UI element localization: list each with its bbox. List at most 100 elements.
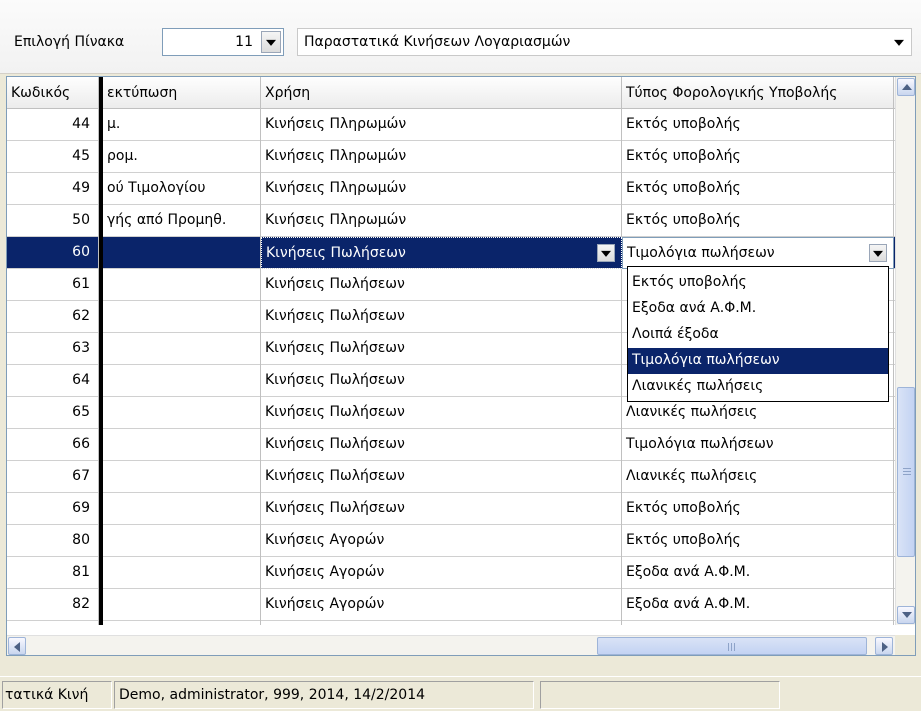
dropdown-option[interactable]: Τιμολόγια πωλήσεων <box>628 348 888 374</box>
cell-print[interactable]: γής από Προμηθ. <box>103 205 261 237</box>
table-number-combo[interactable]: 11 <box>162 28 284 56</box>
cell-code[interactable]: 49 <box>7 173 99 205</box>
cell-code[interactable]: 65 <box>7 397 99 429</box>
cell-tax-type[interactable]: Τιμολόγια πωλήσεων <box>622 237 894 269</box>
cell-print[interactable] <box>103 269 261 301</box>
table-row[interactable]: 82 Κινήσεις Αγορών Εξοδα ανά Α.Φ.Μ. <box>7 589 895 621</box>
column-header-tax-type[interactable]: Τύπος Φορολογικής Υποβολής <box>622 77 894 109</box>
cell-code[interactable]: 44 <box>7 109 99 141</box>
table-row[interactable]: 49 ού Τιμολογίου Κινήσεις Πληρωμών Εκτός υπ… <box>7 173 895 205</box>
table-row[interactable]: 81 Κινήσεις Αγορών Εξοδα ανά Α.Φ.Μ. <box>7 557 895 589</box>
cell-tax-type[interactable]: Λιανικές πωλήσεις <box>622 461 894 493</box>
column-header-print[interactable]: εκτύπωση <box>103 77 261 109</box>
horizontal-scroll-thumb[interactable] <box>597 637 867 655</box>
cell-use[interactable]: Κινήσεις Πωλήσεων <box>261 333 622 365</box>
table-row[interactable]: 50 γής από Προμηθ. Κινήσεις Πληρωμών Εκτός … <box>7 205 895 237</box>
cell-use[interactable]: Κινήσεις Αγορών <box>261 557 622 589</box>
cell-tax-type[interactable]: Εξοδα ανά Α.Φ.Μ. <box>622 557 894 589</box>
use-cell-dropdown-button[interactable] <box>597 244 615 262</box>
cell-code[interactable]: 67 <box>7 461 99 493</box>
cell-tax-type[interactable]: Εκτός υποβολής <box>622 173 894 205</box>
cell-tax-type[interactable]: Εκτός υποβολής <box>622 525 894 557</box>
cell-use[interactable]: Κινήσεις Αγορών <box>261 589 622 621</box>
vertical-scrollbar[interactable] <box>895 77 915 625</box>
cell-code[interactable]: 82 <box>7 589 99 621</box>
cell-tax-type[interactable]: Εξοδα ανά Α.Φ.Μ. <box>622 589 894 621</box>
tax-cell-dropdown-button[interactable] <box>869 244 887 262</box>
cell-use[interactable]: Κινήσεις Πληρωμών <box>261 173 622 205</box>
cell-code[interactable]: 63 <box>7 333 99 365</box>
dropdown-option[interactable]: Λοιπά έξοδα <box>628 322 888 348</box>
cell-code[interactable]: 64 <box>7 365 99 397</box>
cell-code[interactable]: 81 <box>7 557 99 589</box>
cell-use[interactable]: Κινήσεις Πληρωμών <box>261 141 622 173</box>
table-row[interactable]: 69 Κινήσεις Πωλήσεων Εκτός υποβολής <box>7 493 895 525</box>
column-header-code[interactable]: Κωδικός <box>7 77 99 109</box>
cell-use[interactable]: Κινήσεις Πληρωμών <box>261 109 622 141</box>
cell-print[interactable]: ρομ. <box>103 141 261 173</box>
scroll-down-button[interactable] <box>897 606 915 624</box>
table-row[interactable]: 83 Κινήσεις ΑγορώνΕξοδα ανά Α.Φ.Μ. <box>7 621 895 625</box>
vertical-scroll-thumb[interactable] <box>897 387 915 557</box>
cell-print[interactable] <box>103 589 261 621</box>
table-row[interactable]: 80 Κινήσεις Αγορών Εκτός υποβολής <box>7 525 895 557</box>
scroll-left-button[interactable] <box>8 637 26 655</box>
cell-code[interactable]: 62 <box>7 301 99 333</box>
cell-print[interactable] <box>103 461 261 493</box>
cell-print[interactable]: ού Τιμολογίου <box>103 173 261 205</box>
cell-code[interactable]: 80 <box>7 525 99 557</box>
cell-use[interactable]: Κινήσεις Αγορών <box>261 525 622 557</box>
cell-print[interactable] <box>103 429 261 461</box>
cell-code[interactable]: 83 <box>7 621 99 625</box>
tax-type-dropdown-list[interactable]: Εκτός υποβολής Εξοδα ανά Α.Φ.Μ. Λοιπά έξοδ… <box>627 266 889 402</box>
cell-use[interactable]: Κινήσεις Αγορών <box>261 621 622 625</box>
cell-print[interactable] <box>103 397 261 429</box>
cell-code[interactable]: 45 <box>7 141 99 173</box>
cell-print[interactable] <box>103 525 261 557</box>
table-number-dropdown-button[interactable] <box>261 31 281 53</box>
cell-use[interactable]: Κινήσεις Πωλήσεων <box>261 301 622 333</box>
cell-use[interactable]: Κινήσεις Πωλήσεων <box>261 365 622 397</box>
cell-print[interactable] <box>103 493 261 525</box>
scroll-right-button[interactable] <box>875 637 893 655</box>
dropdown-option[interactable]: Λιανικές πωλήσεις <box>628 374 888 400</box>
cell-tax-type[interactable]: Εκτός υποβολής <box>622 141 894 173</box>
cell-use[interactable]: Κινήσεις Πωλήσεων <box>261 269 622 301</box>
cell-use[interactable]: Κινήσεις Πωλήσεων <box>261 461 622 493</box>
cell-tax-type[interactable]: Εκτός υποβολής <box>622 205 894 237</box>
cell-code[interactable]: 66 <box>7 429 99 461</box>
cell-print[interactable]: μ. <box>103 109 261 141</box>
frozen-column-divider[interactable] <box>99 77 103 625</box>
column-header-use[interactable]: Χρήση <box>261 77 622 109</box>
cell-print[interactable] <box>103 557 261 589</box>
cell-tax-type[interactable]: Τιμολόγια πωλήσεων <box>622 429 894 461</box>
horizontal-scrollbar[interactable] <box>7 635 895 655</box>
table-name-combo[interactable]: Παραστατικά Κινήσεων Λογαριασμών <box>297 28 912 56</box>
table-row[interactable]: 67 Κινήσεις Πωλήσεων Λιανικές πωλήσεις <box>7 461 895 493</box>
cell-print[interactable] <box>103 237 261 269</box>
table-row[interactable]: 60 Κινήσεις Πωλήσεων Τιμολόγια πωλήσεων <box>7 237 895 269</box>
dropdown-option[interactable]: Εξοδα ανά Α.Φ.Μ. <box>628 296 888 322</box>
cell-tax-type[interactable]: Εκτός υποβολής <box>622 493 894 525</box>
cell-print[interactable] <box>103 301 261 333</box>
scroll-up-button[interactable] <box>897 78 915 96</box>
data-grid[interactable]: Κωδικός εκτύπωση Χρήση Τύπος Φορολογικής… <box>6 76 916 656</box>
cell-use[interactable]: Κινήσεις Πωλήσεων <box>261 493 622 525</box>
table-name-dropdown-button[interactable] <box>889 31 909 53</box>
table-row[interactable]: 45 ρομ. Κινήσεις Πληρωμών Εκτός υποβολής <box>7 141 895 173</box>
cell-code[interactable]: 61 <box>7 269 99 301</box>
cell-print[interactable] <box>103 365 261 397</box>
cell-code[interactable]: 69 <box>7 493 99 525</box>
table-row[interactable]: 66 Κινήσεις Πωλήσεων Τιμολόγια πωλήσεων <box>7 429 895 461</box>
cell-use[interactable]: Κινήσεις Πωλήσεων <box>261 237 622 269</box>
cell-use[interactable]: Κινήσεις Πληρωμών <box>261 205 622 237</box>
cell-use[interactable]: Κινήσεις Πωλήσεων <box>261 397 622 429</box>
cell-print[interactable] <box>103 333 261 365</box>
dropdown-option[interactable]: Εκτός υποβολής <box>628 270 888 296</box>
cell-tax-type[interactable]: Εκτός υποβολής <box>622 109 894 141</box>
cell-code[interactable]: 60 <box>7 237 99 269</box>
cell-tax-type[interactable]: Εξοδα ανά Α.Φ.Μ. <box>622 621 894 625</box>
table-row[interactable]: 44 μ. Κινήσεις Πληρωμών Εκτός υποβολής <box>7 109 895 141</box>
cell-use[interactable]: Κινήσεις Πωλήσεων <box>261 429 622 461</box>
cell-code[interactable]: 50 <box>7 205 99 237</box>
